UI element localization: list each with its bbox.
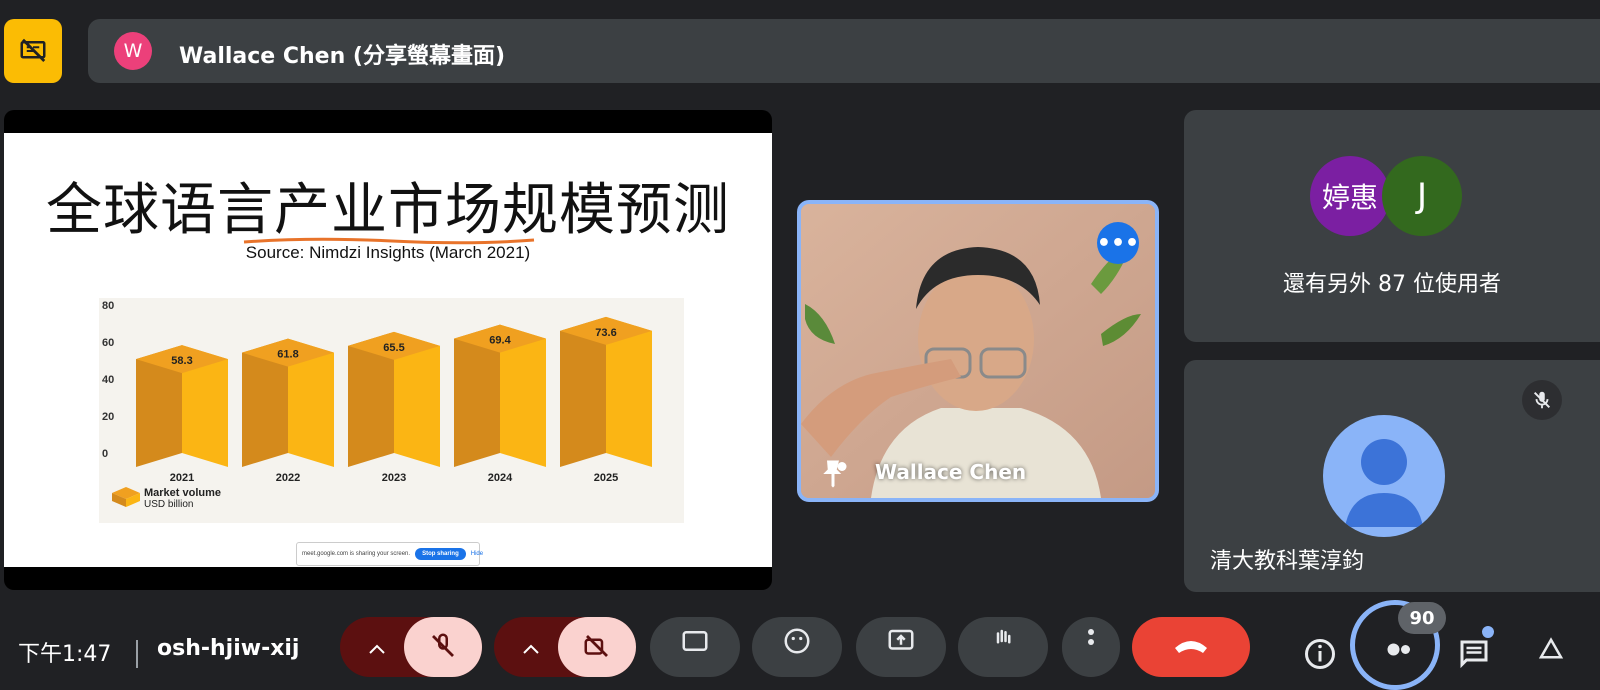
y-tick-label: 80 xyxy=(102,300,114,312)
mic-options-chevron-icon[interactable] xyxy=(368,643,386,655)
bar-chart: 80 60 40 20 0 58.3 2021 61.8 2022 65.5 2023 69.4 202… xyxy=(99,298,684,523)
data-label: 65.5 xyxy=(383,342,404,354)
data-label: 73.6 xyxy=(595,327,616,339)
activities-icon[interactable] xyxy=(1536,636,1566,666)
x-tick-label: 2021 xyxy=(170,472,194,484)
participant-name: 清大教科葉淳鈞 xyxy=(1210,549,1365,574)
presentation-toggle-button[interactable] xyxy=(4,19,62,83)
slide-title: 全球语言产业市场规模预测 xyxy=(46,178,730,243)
emoji-icon xyxy=(784,628,810,654)
hand-icon xyxy=(996,629,1011,644)
data-label: 58.3 xyxy=(171,355,192,367)
pin-icon[interactable] xyxy=(815,456,851,492)
speaker-video-tile[interactable]: ••• Wallace Chen xyxy=(797,200,1159,502)
camera-options-chevron-icon[interactable] xyxy=(522,643,540,655)
presentation-off-icon xyxy=(20,38,46,62)
y-tick-label: 20 xyxy=(102,411,114,423)
captions-button[interactable] xyxy=(650,617,740,677)
mic-off-icon xyxy=(1533,391,1551,409)
data-label: 61.8 xyxy=(277,349,298,361)
camera-toggle-button[interactable] xyxy=(558,617,636,677)
raise-hand-button[interactable] xyxy=(958,617,1048,677)
meeting-info-icon[interactable] xyxy=(1302,636,1338,672)
leave-call-button[interactable] xyxy=(1132,617,1250,677)
more-vert-icon xyxy=(1088,629,1094,645)
hide-link[interactable]: Hide xyxy=(471,551,483,557)
other-participants-tile[interactable]: 婷惠 J 還有另外 87 位使用者 xyxy=(1184,110,1600,342)
presenting-banner: W Wallace Chen (分享螢幕畫面) xyxy=(88,19,1600,83)
meeting-code: osh-hjiw-xij xyxy=(157,636,300,661)
chat-notification-dot xyxy=(1482,626,1494,638)
x-tick-label: 2022 xyxy=(276,472,300,484)
emoji-reactions-button[interactable] xyxy=(752,617,842,677)
chat-icon[interactable] xyxy=(1456,636,1492,672)
screen-sharing-bar: meet.google.com is sharing your screen. … xyxy=(296,542,483,566)
participant-tile[interactable]: 清大教科葉淳鈞 xyxy=(1184,360,1600,592)
more-options-bar-button[interactable] xyxy=(1062,617,1120,677)
legend-unit: USD billion xyxy=(144,499,193,510)
more-options-button[interactable]: ••• xyxy=(1097,222,1139,264)
captions-icon xyxy=(682,631,708,651)
call-end-icon xyxy=(1175,641,1207,653)
y-tick-label: 0 xyxy=(102,448,108,460)
participant-avatar-j: J xyxy=(1382,156,1462,236)
stop-sharing-button[interactable]: Stop sharing xyxy=(415,548,466,560)
default-avatar xyxy=(1323,415,1445,537)
camera-off-icon xyxy=(584,635,608,657)
slide-source: Source: Nimdzi Insights (March 2021) xyxy=(245,243,531,262)
present-now-button[interactable] xyxy=(856,617,946,677)
presenter-title: Wallace Chen (分享螢幕畫面) xyxy=(179,44,506,69)
divider xyxy=(136,640,138,668)
person-icon xyxy=(1345,439,1423,527)
present-icon xyxy=(888,629,914,650)
participant-avatar-tinghui: 婷惠 xyxy=(1310,156,1390,236)
legend-label: Market volume xyxy=(144,487,221,499)
x-tick-label: 2024 xyxy=(488,472,513,484)
y-tick-label: 60 xyxy=(102,337,114,349)
people-icon[interactable] xyxy=(1380,636,1416,672)
x-tick-label: 2023 xyxy=(382,472,406,484)
mic-off-icon xyxy=(432,633,454,657)
speaker-name: Wallace Chen xyxy=(875,460,1027,484)
mic-toggle-button[interactable] xyxy=(404,617,482,677)
mic-off-badge xyxy=(1522,380,1562,420)
data-label: 69.4 xyxy=(489,335,511,347)
more-participants-text: 還有另外 87 位使用者 xyxy=(1283,272,1501,297)
presenter-avatar: W xyxy=(114,32,152,70)
y-tick-label: 40 xyxy=(102,374,114,386)
meeting-clock: 下午1:47 xyxy=(18,642,112,667)
x-tick-label: 2025 xyxy=(594,472,618,484)
slide: 全球语言产业市场规模预测 Source: Nimdzi Insights (Ma… xyxy=(4,133,772,567)
sharing-status-text: meet.google.com is sharing your screen. xyxy=(302,551,411,557)
participants-count-badge: 90 xyxy=(1398,602,1446,634)
shared-screen: 全球语言产业市场规模预测 Source: Nimdzi Insights (Ma… xyxy=(4,110,772,590)
